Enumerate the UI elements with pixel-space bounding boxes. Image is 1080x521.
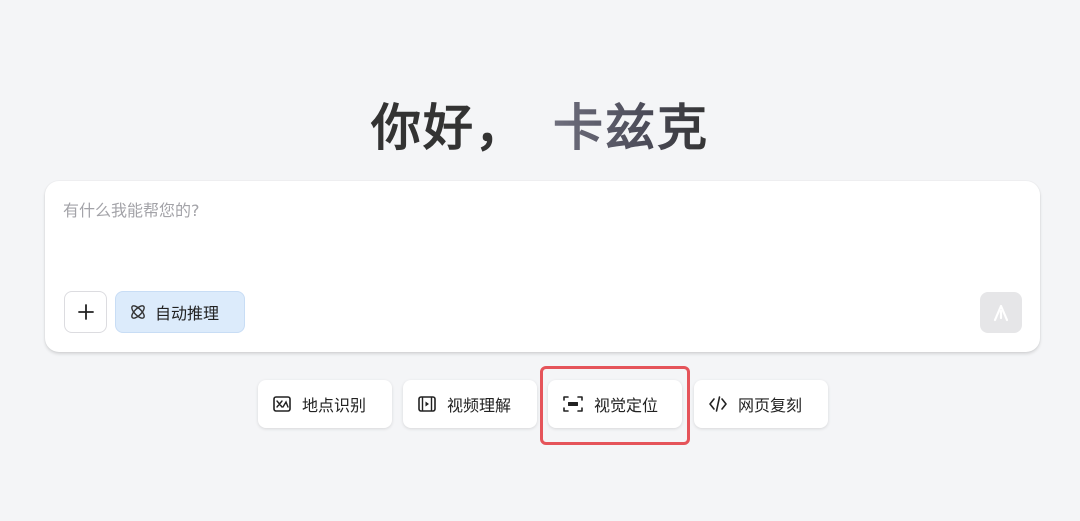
code-icon xyxy=(709,396,727,412)
tool-visual-grounding[interactable]: 视觉定位 xyxy=(548,380,682,428)
map-location-icon xyxy=(273,396,291,412)
tool-label: 视觉定位 xyxy=(594,396,659,415)
tool-video-understanding[interactable]: 视频理解 xyxy=(403,380,537,428)
atom-icon xyxy=(131,305,145,319)
message-input[interactable] xyxy=(63,197,1013,267)
auto-reasoning-toggle[interactable]: 自动推理 xyxy=(115,291,245,333)
video-icon xyxy=(418,396,436,412)
visual-grounding-icon xyxy=(563,396,583,412)
add-attachment-button[interactable] xyxy=(64,291,107,333)
quick-tools-bar: 地点识别 视频理解 视觉定位 网页复刻 xyxy=(0,380,1080,428)
chat-composer: 自动推理 xyxy=(45,181,1040,352)
greeting-title: 你好， 卡兹克 xyxy=(0,88,1080,160)
greeting-hello: 你好， xyxy=(371,99,527,157)
auto-reasoning-label: 自动推理 xyxy=(155,304,220,323)
tool-label: 网页复刻 xyxy=(738,396,803,415)
tool-label: 视频理解 xyxy=(447,396,512,415)
greeting-username: 卡兹克 xyxy=(553,99,709,157)
send-button[interactable] xyxy=(980,292,1022,333)
tool-webpage-replicate[interactable]: 网页复刻 xyxy=(694,380,828,428)
tool-label: 地点识别 xyxy=(302,396,367,415)
plus-icon xyxy=(77,304,94,320)
send-arrow-icon xyxy=(993,304,1009,321)
tool-location-recognition[interactable]: 地点识别 xyxy=(258,380,392,428)
